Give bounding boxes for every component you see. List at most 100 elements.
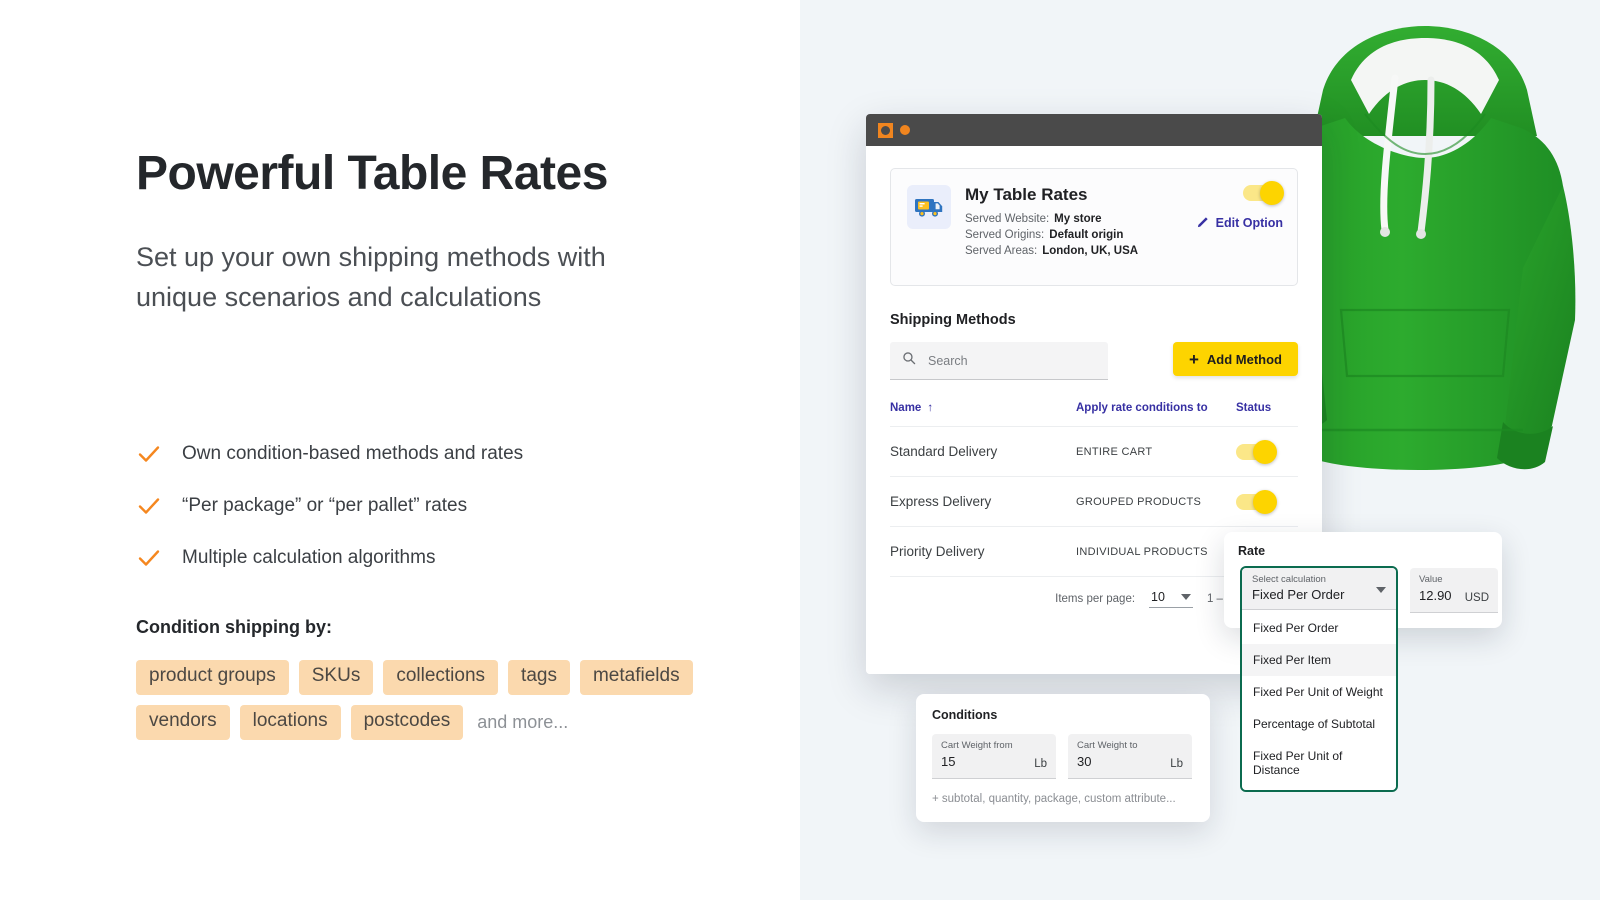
calculation-option[interactable]: Fixed Per Item [1242, 644, 1396, 676]
select-calculation-label: Select calculation [1252, 574, 1326, 585]
feature-label: Multiple calculation algorithms [182, 547, 436, 568]
column-header-name-label: Name [890, 402, 922, 414]
served-website-label: Served Website: [965, 213, 1050, 225]
served-areas-row: Served Areas: London, UK, USA [965, 245, 1281, 257]
method-apply-to: ENTIRE CART [1076, 445, 1153, 458]
cart-weight-from-unit: Lb [1034, 758, 1047, 770]
condition-shipping-heading: Condition shipping by: [136, 617, 332, 637]
add-method-button[interactable]: + Add Method [1172, 342, 1298, 376]
and-more-label: and more... [477, 711, 569, 732]
feature-item: Multiple calculation algorithms [136, 532, 736, 584]
page-title: Powerful Table Rates [136, 147, 608, 200]
rate-value-label: Value [1419, 574, 1443, 585]
select-calculation-dropdown: Select calculation Fixed Per Order Fixed… [1240, 566, 1398, 792]
calculation-option[interactable]: Fixed Per Unit of Weight [1242, 676, 1396, 708]
method-status-cell [1236, 489, 1296, 514]
items-per-page-select[interactable]: 10 [1149, 590, 1193, 608]
served-areas-value: London, UK, USA [1042, 245, 1139, 257]
column-header-status[interactable]: Status [1236, 402, 1296, 414]
option-enable-toggle[interactable] [1243, 181, 1284, 205]
search-icon [902, 351, 916, 370]
window-logo-icon [878, 122, 893, 138]
method-status-toggle[interactable] [1236, 489, 1277, 514]
condition-tag: product groups [136, 660, 289, 695]
method-apply-to: GROUPED PRODUCTS [1076, 495, 1202, 508]
select-calculation-value: Fixed Per Order [1252, 587, 1345, 602]
cart-weight-to-unit: Lb [1170, 758, 1183, 770]
calculation-option[interactable]: Percentage of Subtotal [1242, 708, 1396, 740]
check-icon [136, 493, 162, 519]
column-header-apply[interactable]: Apply rate conditions to [1076, 402, 1236, 414]
chevron-down-icon [1180, 593, 1191, 600]
condition-tag: postcodes [350, 704, 464, 740]
shipping-methods-heading: Shipping Methods [890, 312, 1016, 328]
cart-weight-to-value: 30 [1077, 754, 1092, 769]
column-header-name[interactable]: Name ↑ [890, 402, 1076, 414]
cart-weight-from-label: Cart Weight from [941, 740, 1013, 751]
check-icon [136, 545, 162, 571]
rate-value-amount: 12.90 [1419, 588, 1452, 603]
table-rates-option-card: My Table Rates Served Website: My store S… [890, 168, 1298, 286]
method-name: Priority Delivery [890, 544, 985, 559]
calculation-option[interactable]: Fixed Per Order [1242, 612, 1396, 644]
cart-weight-to-field[interactable]: Cart Weight to 30 Lb [1068, 734, 1192, 779]
feature-label: Own condition-based methods and rates [182, 443, 524, 464]
items-per-page-value: 10 [1151, 589, 1165, 604]
method-apply-to: INDIVIDUAL PRODUCTS [1076, 545, 1208, 558]
window-dot-icon [900, 125, 910, 135]
condition-tag: tags [508, 660, 570, 695]
method-name: Express Delivery [890, 494, 992, 509]
pencil-icon [1197, 215, 1210, 231]
condition-tag: vendors [136, 704, 230, 740]
feature-item: Own condition-based methods and rates [136, 428, 736, 480]
browser-titlebar [866, 114, 1322, 146]
search-input[interactable]: Search [890, 342, 1108, 380]
table-header-row: Name ↑ Apply rate conditions to Status [890, 402, 1298, 426]
conditions-title: Conditions [932, 708, 998, 722]
table-row[interactable]: Standard Delivery ENTIRE CART [890, 426, 1298, 476]
condition-tag: metafields [579, 660, 693, 695]
conditions-fields: Cart Weight from 15 Lb Cart Weight to 30… [932, 734, 1194, 779]
check-icon [136, 441, 162, 467]
items-per-page-label: Items per page: [1055, 592, 1136, 605]
sort-ascending-icon: ↑ [927, 402, 934, 414]
condition-tag: collections [383, 660, 499, 695]
served-website-value: My store [1054, 213, 1102, 225]
rate-value-field[interactable]: Value 12.90 USD [1410, 568, 1498, 613]
conditions-more-label: + subtotal, quantity, package, custom at… [932, 793, 1176, 805]
condition-tag: locations [239, 704, 341, 740]
plus-icon: + [1188, 349, 1199, 369]
left-marketing-pane: Powerful Table Rates Set up your own shi… [0, 0, 800, 900]
column-header-apply-label: Apply rate conditions to [1076, 402, 1208, 414]
search-placeholder: Search [928, 353, 968, 368]
condition-tag: SKUs [298, 660, 374, 695]
edit-option-link[interactable]: Edit Option [1197, 215, 1283, 231]
served-origins-label: Served Origins: [965, 229, 1045, 241]
rate-title: Rate [1238, 544, 1266, 558]
method-name: Standard Delivery [890, 444, 998, 459]
calculation-options-list: Fixed Per Order Fixed Per Item Fixed Per… [1242, 610, 1396, 790]
feature-item: “Per package” or “per pallet” rates [136, 480, 736, 532]
conditions-popup: Conditions Cart Weight from 15 Lb Cart W… [916, 694, 1210, 822]
delivery-truck-icon [907, 185, 951, 229]
table-row[interactable]: Express Delivery GROUPED PRODUCTS [890, 476, 1298, 526]
add-method-label: Add Method [1206, 351, 1282, 367]
page-subtitle: Set up your own shipping methods with un… [136, 242, 606, 312]
page-root: Powerful Table Rates Set up your own shi… [0, 0, 1600, 900]
shipping-methods-toolbar: Search + Add Method [890, 342, 1298, 380]
condition-tag-list: product groups SKUs collections tags met… [136, 660, 736, 740]
cart-weight-from-value: 15 [941, 754, 956, 769]
method-status-toggle[interactable] [1236, 439, 1277, 464]
select-calculation-trigger[interactable]: Select calculation Fixed Per Order [1242, 568, 1396, 610]
feature-list: Own condition-based methods and rates “P… [136, 428, 736, 584]
edit-option-label: Edit Option [1215, 216, 1283, 230]
rate-currency-label: USD [1464, 592, 1489, 604]
option-title: My Table Rates [965, 185, 1088, 204]
method-status-cell [1236, 439, 1296, 464]
cart-weight-from-field[interactable]: Cart Weight from 15 Lb [932, 734, 1056, 779]
column-header-status-label: Status [1236, 402, 1272, 414]
calculation-option[interactable]: Fixed Per Unit of Distance [1242, 740, 1396, 786]
served-areas-label: Served Areas: [965, 245, 1038, 257]
served-origins-value: Default origin [1049, 229, 1124, 241]
chevron-down-icon [1376, 587, 1386, 593]
